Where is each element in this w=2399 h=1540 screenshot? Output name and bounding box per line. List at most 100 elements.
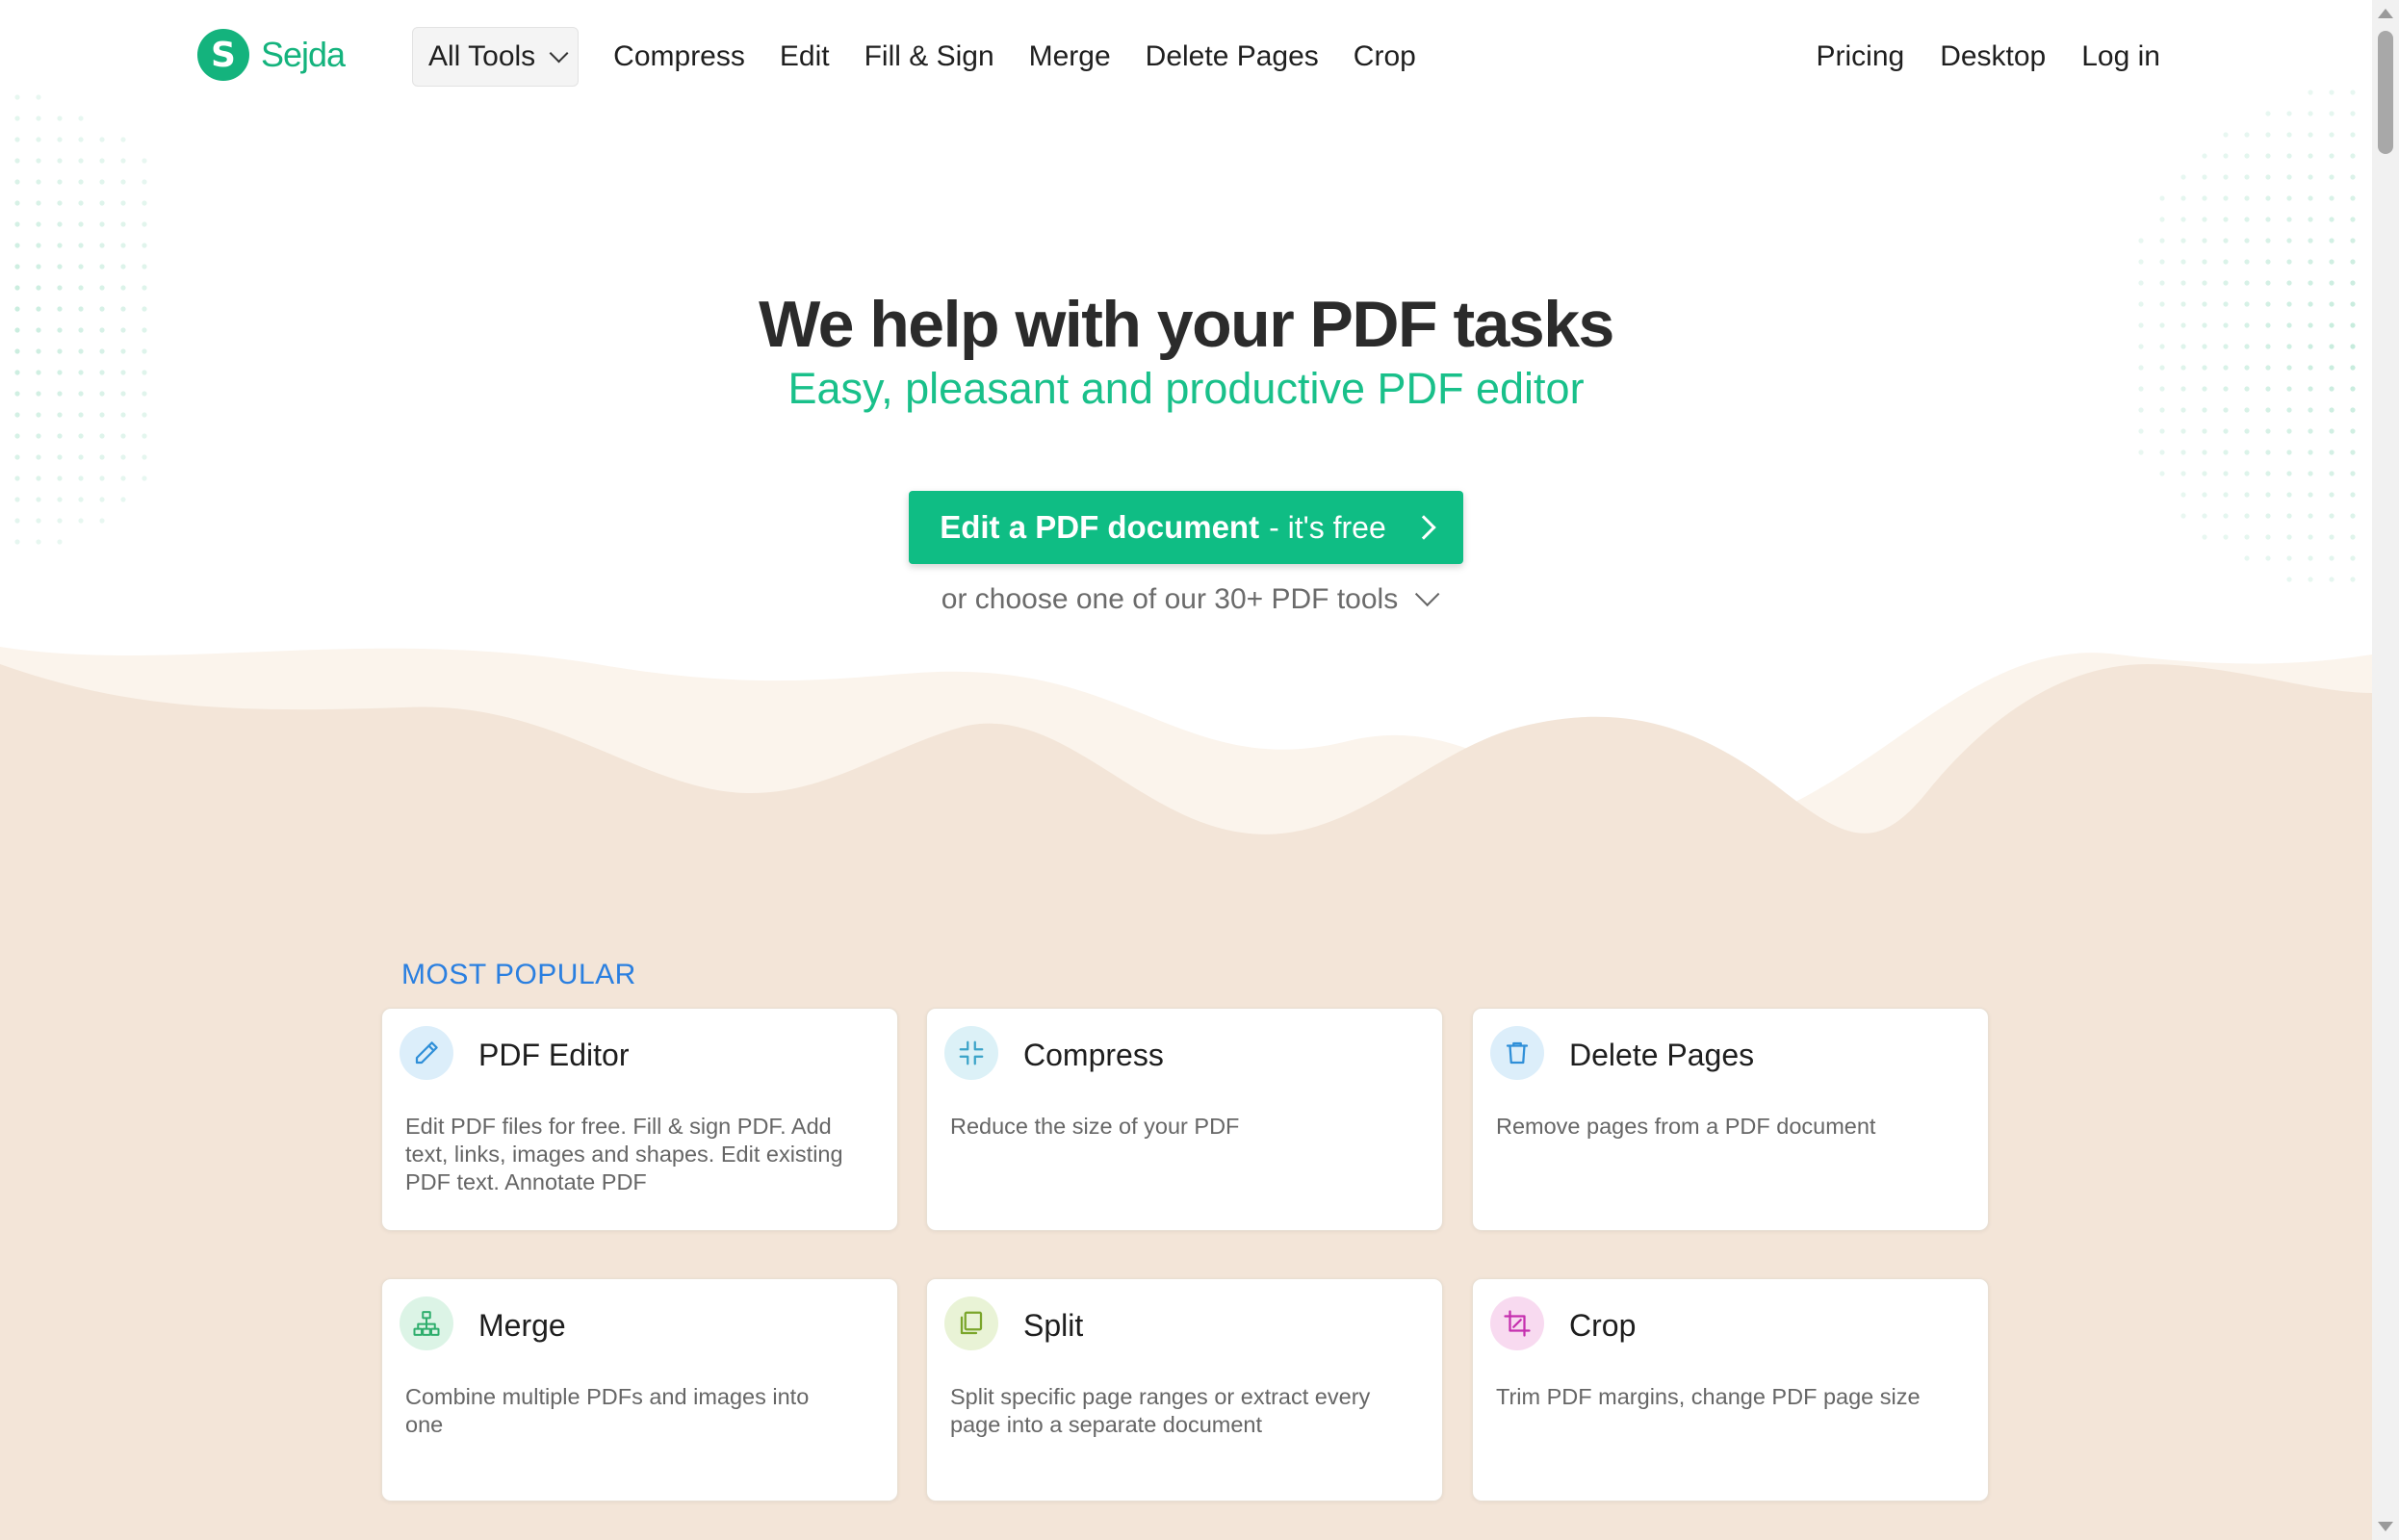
decorative-dot <box>2286 428 2292 434</box>
decorative-dot <box>57 264 63 270</box>
decorative-dot <box>36 454 41 460</box>
decorative-dot <box>2286 280 2292 286</box>
decorative-dot <box>2308 238 2313 244</box>
nav-link-merge[interactable]: Merge <box>1029 40 1111 73</box>
decorative-dot <box>2159 280 2165 286</box>
decorative-dot <box>36 539 41 545</box>
decorative-dot <box>78 264 84 270</box>
decorative-dot <box>2308 428 2313 434</box>
decorative-dot <box>120 497 126 502</box>
nav-link-login[interactable]: Log in <box>2081 40 2160 73</box>
cta-strong-text: Edit a PDF document <box>940 509 1260 545</box>
decorative-dot <box>2350 577 2356 582</box>
decorative-dot <box>57 454 63 460</box>
decorative-dot <box>2202 195 2207 201</box>
decorative-dot <box>2308 534 2313 540</box>
scrollbar-thumb[interactable] <box>2378 31 2393 154</box>
tool-card-pdf-editor[interactable]: PDF Editor Edit PDF files for free. Fill… <box>381 1008 898 1231</box>
decorative-dot <box>2202 492 2207 498</box>
decorative-dot <box>2308 195 2313 201</box>
tool-card-compress[interactable]: Compress Reduce the size of your PDF <box>926 1008 1443 1231</box>
nav-link-edit[interactable]: Edit <box>780 40 830 73</box>
decorative-dot <box>2286 471 2292 476</box>
decorative-dot <box>14 539 20 545</box>
decorative-dot <box>142 200 147 206</box>
most-popular-heading: MOST POPULAR <box>401 959 636 990</box>
decorative-dot <box>57 221 63 227</box>
nav-link-compress[interactable]: Compress <box>613 40 745 73</box>
nav-link-delete-pages[interactable]: Delete Pages <box>1146 40 1319 73</box>
decorative-dot <box>2244 174 2250 180</box>
decorative-dot <box>2286 534 2292 540</box>
decorative-dot <box>57 243 63 248</box>
decorative-dot <box>78 116 84 121</box>
decorative-dot <box>2244 217 2250 222</box>
edit-pdf-cta-button[interactable]: Edit a PDF document - it's free <box>909 491 1463 564</box>
decorative-dot <box>2308 555 2313 561</box>
nav-link-desktop[interactable]: Desktop <box>1940 40 2046 73</box>
tool-card-crop[interactable]: Crop Trim PDF margins, change PDF page s… <box>1472 1278 1989 1502</box>
decorative-dot <box>2180 259 2186 265</box>
decorative-dot <box>2329 217 2335 222</box>
decorative-dot <box>2286 449 2292 455</box>
decorative-dot <box>2350 132 2356 138</box>
decorative-dot <box>2286 111 2292 116</box>
decorative-dot <box>14 179 20 185</box>
decorative-dot <box>2223 238 2229 244</box>
decorative-dot <box>57 497 63 502</box>
decorative-dot <box>2244 492 2250 498</box>
decorative-dot <box>2202 153 2207 159</box>
all-tools-dropdown[interactable]: All Tools <box>412 27 580 87</box>
decorative-dot <box>2202 449 2207 455</box>
decorative-dot <box>2265 132 2271 138</box>
tool-card-delete-pages[interactable]: Delete Pages Remove pages from a PDF doc… <box>1472 1008 1989 1231</box>
merge-icon <box>400 1296 453 1350</box>
decorative-dot <box>36 179 41 185</box>
decorative-dot <box>36 497 41 502</box>
decorative-dot <box>2265 111 2271 116</box>
decorative-dot <box>14 221 20 227</box>
scroll-down-arrow-icon[interactable] <box>2378 1522 2393 1531</box>
decorative-dot <box>2180 217 2186 222</box>
decorative-dot <box>2180 280 2186 286</box>
decorative-dot <box>99 475 105 481</box>
decorative-dot <box>2350 428 2356 434</box>
decorative-dot <box>2159 195 2165 201</box>
card-description: Reduce the size of your PDF <box>950 1114 1240 1139</box>
card-description: Edit PDF files for free. Fill & sign PDF… <box>405 1114 843 1194</box>
nav-link-fill-sign[interactable]: Fill & Sign <box>864 40 994 73</box>
decorative-dot <box>14 158 20 164</box>
card-title: Crop <box>1569 1308 1637 1343</box>
nav-link-crop[interactable]: Crop <box>1354 40 1416 73</box>
sejda-logo[interactable]: S Sejda <box>197 29 346 81</box>
decorative-dot <box>2350 174 2356 180</box>
hero-title: We help with your PDF tasks <box>759 288 1614 361</box>
more-tools-toggle[interactable]: or choose one of our 30+ PDF tools <box>0 581 2372 616</box>
decorative-dot <box>142 243 147 248</box>
decorative-dot <box>99 221 105 227</box>
scroll-up-arrow-icon[interactable] <box>2378 9 2393 18</box>
decorative-dot <box>2350 534 2356 540</box>
tool-card-merge[interactable]: Merge Combine multiple PDFs and images i… <box>381 1278 898 1502</box>
decorative-dot <box>2329 259 2335 265</box>
trash-icon <box>1490 1026 1544 1080</box>
decorative-dot <box>2265 217 2271 222</box>
decorative-dot <box>2308 111 2313 116</box>
nav-link-pricing[interactable]: Pricing <box>1816 40 1904 73</box>
decorative-dot <box>2286 555 2292 561</box>
decorative-dot <box>2138 449 2144 455</box>
decorative-dot <box>2308 280 2313 286</box>
decorative-dot <box>2265 492 2271 498</box>
decorative-dot <box>14 116 20 121</box>
card-title: Delete Pages <box>1569 1038 1755 1072</box>
decorative-dot <box>120 475 126 481</box>
decorative-dot <box>2180 238 2186 244</box>
tool-card-split[interactable]: Split Split specific page ranges or extr… <box>926 1278 1443 1502</box>
page-scrollbar[interactable] <box>2372 0 2399 1540</box>
card-description: Combine multiple PDFs and images into on… <box>405 1384 810 1437</box>
more-tools-text: or choose one of our 30+ PDF tools <box>941 583 1399 615</box>
decorative-dot <box>36 264 41 270</box>
decorative-dot <box>2265 534 2271 540</box>
page: S Sejda All Tools Compress Edit Fill & S… <box>0 0 2372 1540</box>
decorative-dot <box>2180 449 2186 455</box>
